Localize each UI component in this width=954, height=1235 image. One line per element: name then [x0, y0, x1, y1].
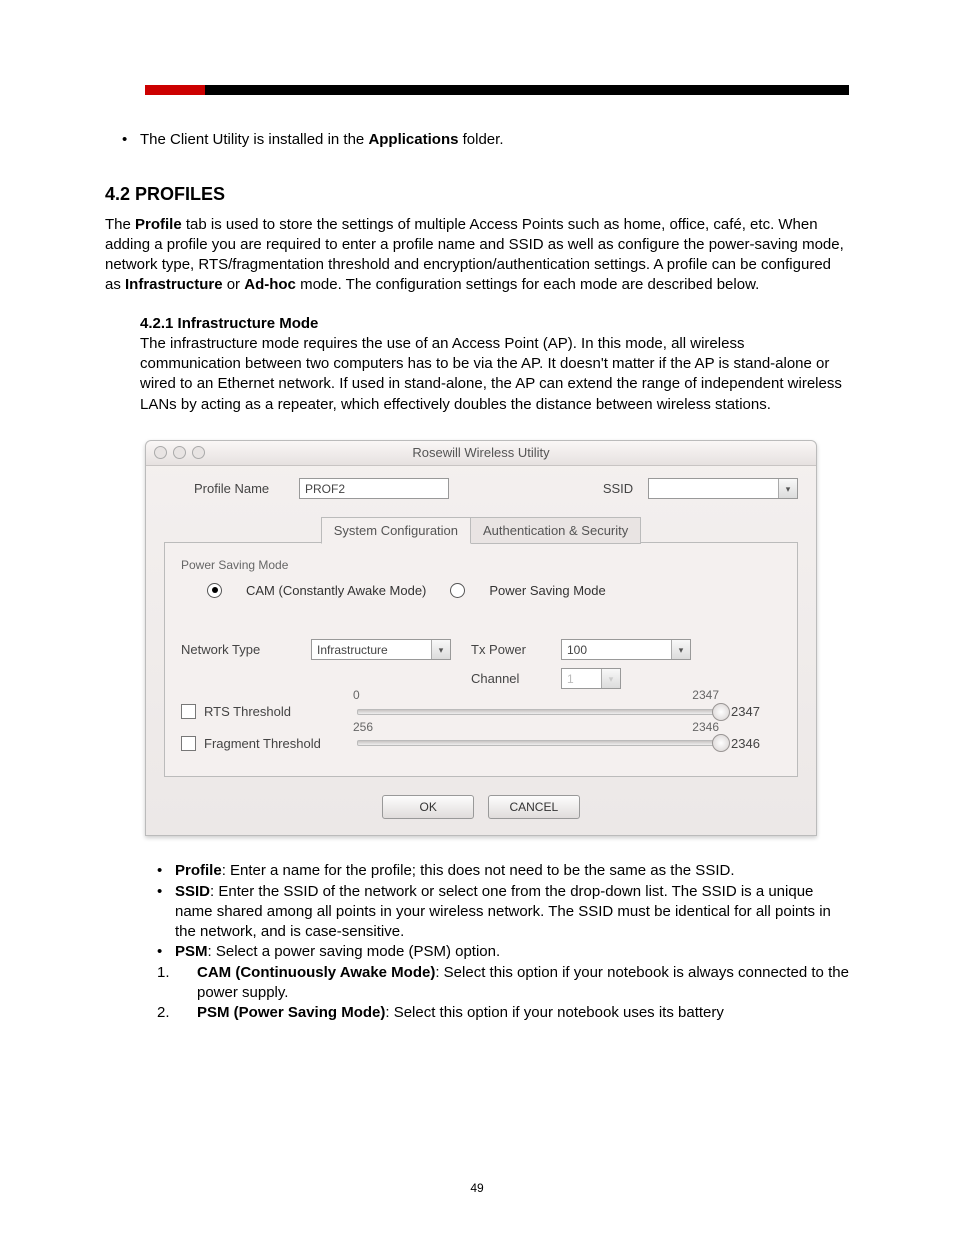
rts-threshold-label: RTS Threshold — [204, 703, 349, 721]
desc-bullet-psm: PSM: Select a power saving mode (PSM) op… — [175, 942, 849, 962]
channel-label: Channel — [471, 670, 561, 688]
term: CAM (Continuously Awake Mode) — [197, 964, 435, 981]
radio-cam-label: CAM (Constantly Awake Mode) — [246, 582, 426, 600]
text-bold: Applications — [368, 131, 458, 148]
text: mode. The configuration settings for eac… — [296, 276, 759, 293]
intro-bullet: The Client Utility is installed in the A… — [140, 130, 849, 150]
rts-threshold-row: RTS Threshold 0 2347 2347 — [181, 703, 781, 721]
fragment-slider[interactable] — [357, 740, 723, 746]
window-title: Rosewill Wireless Utility — [412, 445, 549, 460]
term: PSM — [175, 943, 208, 960]
text: The — [105, 216, 135, 233]
fragment-threshold-checkbox[interactable] — [181, 736, 196, 751]
chevron-down-icon[interactable] — [671, 640, 690, 659]
header-bar-accent — [145, 85, 205, 95]
close-icon[interactable] — [154, 446, 167, 459]
text-bold: Profile — [135, 216, 182, 233]
tx-power-label: Tx Power — [471, 641, 561, 659]
text: The Client Utility is installed in the — [140, 131, 368, 148]
header-bar — [145, 85, 849, 95]
term: PSM (Power Saving Mode) — [197, 1004, 385, 1021]
dialog-buttons: OK CANCEL — [164, 795, 798, 819]
radio-psm-label: Power Saving Mode — [489, 582, 605, 600]
tab-authentication-security[interactable]: Authentication & Security — [471, 517, 641, 545]
tab-bar: System Configuration Authentication & Se… — [164, 517, 798, 544]
psm-group-label: Power Saving Mode — [181, 557, 781, 573]
rts-min: 0 — [353, 687, 360, 703]
text-bold: Infrastructure — [125, 276, 223, 293]
profile-name-label: Profile Name — [194, 480, 289, 498]
profile-row: Profile Name PROF2 SSID — [194, 478, 798, 499]
subsection-heading: 4.2.1 Infrastructure Mode — [140, 314, 849, 334]
text-bold: Ad-hoc — [244, 276, 296, 293]
window-controls — [154, 446, 205, 459]
desc: : Enter a name for the profile; this doe… — [222, 862, 735, 879]
chevron-down-icon[interactable] — [778, 479, 797, 498]
network-type-label: Network Type — [181, 641, 311, 659]
app-window: Rosewill Wireless Utility Profile Name P… — [145, 440, 817, 837]
desc-bullet-profile: Profile: Enter a name for the profile; t… — [175, 861, 849, 881]
page-content: The Client Utility is installed in the A… — [105, 130, 849, 1023]
frag-min: 256 — [353, 719, 373, 735]
tx-power-combo[interactable]: 100 — [561, 639, 691, 660]
slider-thumb-icon[interactable] — [712, 734, 730, 752]
section-heading: 4.2 PROFILES — [105, 182, 849, 206]
network-type-row: Network Type Infrastructure Tx Power 100 — [181, 639, 781, 660]
frag-max: 2346 — [692, 719, 719, 735]
rts-value: 2347 — [731, 703, 781, 721]
desc: : Select a power saving mode (PSM) optio… — [208, 943, 501, 960]
network-type-value: Infrastructure — [317, 643, 388, 657]
term: Profile — [175, 862, 222, 879]
channel-row: Channel 1 — [181, 668, 781, 689]
window-body: Profile Name PROF2 SSID System Configura… — [146, 466, 816, 836]
tab-panel: Power Saving Mode CAM (Constantly Awake … — [164, 543, 798, 777]
subsection-paragraph: The infrastructure mode requires the use… — [140, 334, 849, 415]
page-number: 49 — [0, 1181, 954, 1195]
radio-selected-icon — [212, 587, 218, 593]
number: 2. — [157, 1003, 187, 1023]
fragment-threshold-label: Fragment Threshold — [204, 735, 349, 753]
ok-button[interactable]: OK — [382, 795, 474, 819]
embedded-screenshot: Rosewill Wireless Utility Profile Name P… — [145, 440, 849, 837]
desc-numitem-cam: 1. CAM (Continuously Awake Mode): Select… — [175, 963, 849, 1004]
rts-threshold-checkbox[interactable] — [181, 704, 196, 719]
chevron-down-icon — [601, 669, 620, 688]
subsection: 4.2.1 Infrastructure Mode The infrastruc… — [140, 314, 849, 415]
ssid-label: SSID — [598, 480, 638, 498]
minimize-icon[interactable] — [173, 446, 186, 459]
tab-system-configuration[interactable]: System Configuration — [321, 517, 471, 545]
rts-max: 2347 — [692, 687, 719, 703]
desc-numitem-psm: 2. PSM (Power Saving Mode): Select this … — [175, 1003, 849, 1023]
ssid-combo[interactable] — [648, 478, 798, 499]
network-type-combo[interactable]: Infrastructure — [311, 639, 451, 660]
rts-slider[interactable] — [357, 709, 723, 715]
radio-cam[interactable] — [207, 583, 222, 598]
psm-radio-group: CAM (Constantly Awake Mode) Power Saving… — [207, 582, 781, 600]
text: or — [223, 276, 245, 293]
radio-psm[interactable] — [450, 583, 465, 598]
tx-power-value: 100 — [567, 643, 587, 657]
cancel-button[interactable]: CANCEL — [488, 795, 580, 819]
profile-name-input[interactable]: PROF2 — [299, 478, 449, 499]
desc: : Select this option if your notebook us… — [385, 1004, 724, 1021]
chevron-down-icon[interactable] — [431, 640, 450, 659]
document-page: The Client Utility is installed in the A… — [0, 0, 954, 1235]
zoom-icon[interactable] — [192, 446, 205, 459]
channel-value: 1 — [567, 672, 574, 686]
fragment-threshold-row: Fragment Threshold 256 2346 2346 — [181, 735, 781, 753]
term: SSID — [175, 883, 210, 900]
frag-value: 2346 — [731, 735, 781, 753]
profiles-paragraph: The Profile tab is used to store the set… — [105, 215, 849, 296]
window-titlebar: Rosewill Wireless Utility — [146, 441, 816, 466]
desc-bullet-ssid: SSID: Enter the SSID of the network or s… — [175, 882, 849, 943]
text: folder. — [458, 131, 503, 148]
desc: : Enter the SSID of the network or selec… — [175, 883, 831, 941]
channel-combo: 1 — [561, 668, 621, 689]
number: 1. — [157, 963, 187, 983]
